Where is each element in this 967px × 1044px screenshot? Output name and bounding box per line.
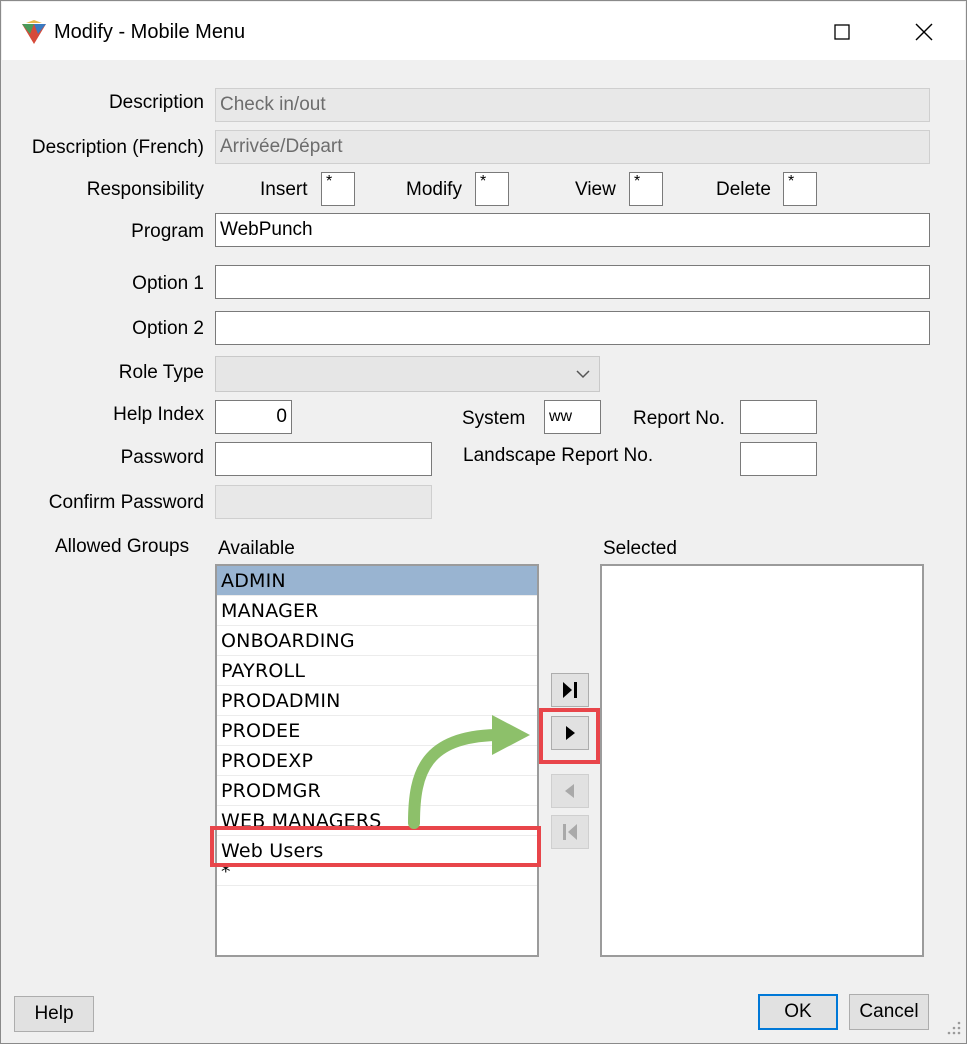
dialog-window: Modify - Mobile Menu Description Check i…: [0, 0, 967, 1044]
chevron-down-icon: [576, 370, 590, 379]
landscape-report-label: Landscape Report No.: [463, 445, 654, 466]
list-item[interactable]: MANAGER: [217, 596, 537, 626]
resize-grip-icon[interactable]: [941, 1017, 963, 1039]
window-title: Modify - Mobile Menu: [54, 21, 246, 43]
app-logo-icon: [22, 20, 46, 44]
move-all-right-icon: [563, 682, 577, 698]
system-field[interactable]: ww: [544, 400, 601, 434]
report-no-label: Report No.: [633, 408, 725, 429]
allowed-groups-label: Allowed Groups: [55, 536, 190, 557]
role-type-label: Role Type: [118, 362, 204, 383]
password-label: Password: [120, 447, 204, 468]
responsibility-label: Responsibility: [86, 179, 204, 200]
modify-field[interactable]: *: [475, 172, 509, 206]
program-label: Program: [131, 221, 204, 242]
curved-arrow-icon: [408, 715, 530, 829]
description-label: Description: [108, 92, 204, 113]
help-index-label: Help Index: [113, 404, 204, 425]
description-field[interactable]: Check in/out: [215, 88, 930, 122]
program-field[interactable]: WebPunch: [215, 213, 930, 247]
confirm-password-label: Confirm Password: [48, 492, 204, 513]
view-field[interactable]: *: [629, 172, 663, 206]
landscape-report-field[interactable]: [740, 442, 817, 476]
web-users-highlight: [210, 826, 541, 867]
move-left-icon: [565, 784, 574, 798]
move-all-right-button[interactable]: [551, 673, 589, 707]
cancel-button[interactable]: Cancel: [849, 994, 929, 1030]
system-label: System: [462, 408, 526, 429]
list-item[interactable]: PAYROLL: [217, 656, 537, 686]
list-item[interactable]: ONBOARDING: [217, 626, 537, 656]
description-french-label: Description (French): [31, 137, 204, 158]
help-index-field[interactable]: 0: [215, 400, 292, 434]
selected-label: Selected: [603, 538, 677, 559]
maximize-icon: [834, 24, 850, 40]
insert-field[interactable]: *: [321, 172, 355, 206]
list-item[interactable]: *: [217, 863, 537, 886]
password-field[interactable]: [215, 442, 432, 476]
close-button[interactable]: [902, 10, 946, 54]
move-all-left-icon: [563, 824, 577, 840]
report-no-field[interactable]: [740, 400, 817, 434]
move-right-highlight: [539, 708, 600, 764]
selected-list[interactable]: [600, 564, 924, 957]
description-french-field[interactable]: Arrivée/Départ: [215, 130, 930, 164]
option1-label: Option 1: [132, 273, 204, 294]
insert-label: Insert: [260, 179, 308, 200]
confirm-password-field[interactable]: [215, 485, 432, 519]
option1-field[interactable]: [215, 265, 930, 299]
help-button[interactable]: Help: [14, 996, 94, 1032]
title-bar[interactable]: Modify - Mobile Menu: [2, 2, 965, 60]
view-label: View: [575, 179, 616, 200]
modify-label: Modify: [406, 179, 462, 200]
close-icon: [915, 23, 933, 41]
option2-field[interactable]: [215, 311, 930, 345]
move-left-button[interactable]: [551, 774, 589, 808]
available-label: Available: [218, 538, 295, 559]
delete-field[interactable]: *: [783, 172, 817, 206]
ok-button[interactable]: OK: [758, 994, 838, 1030]
list-item[interactable]: ADMIN: [217, 566, 537, 596]
delete-label: Delete: [716, 179, 771, 200]
role-type-dropdown[interactable]: [215, 356, 600, 392]
move-all-left-button[interactable]: [551, 815, 589, 849]
maximize-button[interactable]: [820, 10, 864, 54]
option2-label: Option 2: [132, 318, 204, 339]
